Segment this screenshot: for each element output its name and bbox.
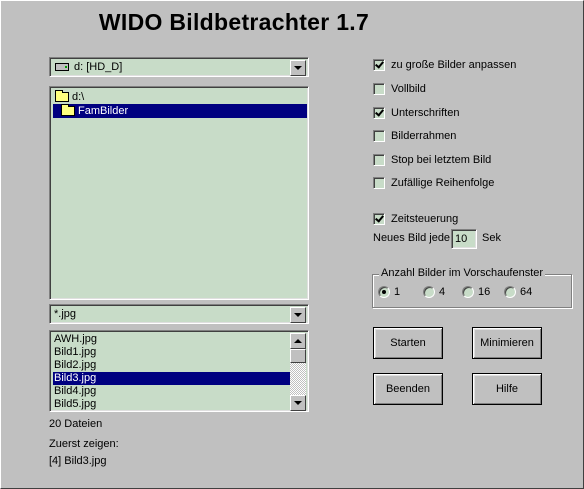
checkbox-unchecked[interactable] — [373, 83, 385, 95]
file-count-label: 20 Dateien — [49, 418, 103, 430]
chevron-down-icon — [294, 313, 302, 317]
drive-select[interactable]: d: [HD_D] — [49, 57, 309, 77]
start-button[interactable]: Starten — [373, 327, 443, 359]
minimize-button[interactable]: Minimieren — [472, 327, 542, 359]
option-label: Zufällige Reihenfolge — [391, 177, 495, 189]
drive-dropdown-button[interactable] — [290, 60, 306, 76]
scroll-track[interactable] — [290, 363, 306, 395]
quit-button[interactable]: Beenden — [373, 373, 443, 405]
checkbox-unchecked[interactable] — [373, 130, 385, 142]
directory-item-label: FamBilder — [78, 105, 129, 117]
arrow-down-icon — [294, 401, 302, 405]
preview-radio-1[interactable]: 1 — [378, 286, 400, 298]
checkbox-checked[interactable] — [373, 59, 385, 71]
file-list-scrollbar[interactable] — [290, 333, 306, 411]
radio-selected[interactable] — [378, 286, 390, 298]
file-list-item[interactable]: Bild2.jpg — [53, 359, 291, 372]
preview-radio-4[interactable]: 4 — [423, 286, 445, 298]
radio-label: 16 — [478, 286, 491, 298]
chevron-down-icon — [294, 66, 302, 70]
directory-item-fambilder[interactable]: FamBilder — [53, 104, 307, 118]
preview-count-group: Anzahl Bilder im Vorschaufenster 1 4 16 … — [372, 267, 572, 308]
interval-input-value: 10 — [455, 233, 468, 245]
open-folder-icon — [61, 104, 75, 116]
directory-item-label: d:\ — [72, 91, 85, 103]
radio-unselected[interactable] — [504, 286, 516, 298]
checkbox-unchecked[interactable] — [373, 154, 385, 166]
preview-radio-16[interactable]: 16 — [462, 286, 490, 298]
option-stop-at-last[interactable]: Stop bei letztem Bild — [373, 153, 491, 167]
checkbox-checked[interactable] — [373, 107, 385, 119]
preview-radio-64[interactable]: 64 — [504, 286, 532, 298]
preview-count-title: Anzahl Bilder im Vorschaufenster — [379, 267, 546, 279]
file-list-item[interactable]: Bild1.jpg — [53, 346, 291, 359]
file-list-item[interactable]: AWH.jpg — [53, 333, 291, 346]
option-label: Unterschriften — [391, 107, 460, 119]
help-button[interactable]: Hilfe — [472, 373, 542, 405]
directory-list[interactable]: d:\ FamBilder — [49, 86, 309, 300]
radio-label: 4 — [439, 286, 446, 298]
filter-select-value: *.jpg — [54, 308, 77, 320]
first-show-value: [4] Bild3.jpg — [49, 455, 107, 467]
scroll-down-button[interactable] — [290, 395, 306, 411]
option-label: Stop bei letztem Bild — [391, 154, 492, 166]
file-list-item[interactable]: Bild5.jpg — [53, 398, 291, 411]
file-list[interactable]: AWH.jpg Bild1.jpg Bild2.jpg Bild3.jpg Bi… — [49, 330, 309, 412]
main-window: WIDO Bildbetrachter 1.7 d: [HD_D] d:\ Fa… — [0, 0, 584, 489]
app-title: WIDO Bildbetrachter 1.7 — [98, 9, 370, 35]
option-fullscreen[interactable]: Vollbild — [373, 82, 426, 96]
checkbox-unchecked[interactable] — [373, 177, 385, 189]
hard-drive-icon — [55, 63, 69, 71]
scroll-thumb[interactable] — [290, 349, 306, 363]
option-timer[interactable]: Zeitsteuerung — [373, 212, 458, 226]
scroll-up-button[interactable] — [290, 333, 306, 349]
interval-input[interactable]: 10 — [451, 229, 477, 249]
arrow-up-icon — [294, 339, 302, 343]
open-folder-icon — [55, 90, 69, 102]
radio-unselected[interactable] — [423, 286, 435, 298]
option-label: Bilderrahmen — [391, 130, 457, 142]
option-random-order[interactable]: Zufällige Reihenfolge — [373, 176, 494, 190]
option-captions[interactable]: Unterschriften — [373, 106, 459, 120]
radio-label: 1 — [394, 286, 401, 298]
first-show-label: Zuerst zeigen: — [49, 438, 119, 450]
filter-select[interactable]: *.jpg — [49, 304, 309, 324]
radio-label: 64 — [520, 286, 533, 298]
file-list-item-selected[interactable]: Bild3.jpg — [53, 372, 291, 385]
option-label: Vollbild — [391, 83, 426, 95]
option-fit-large-images[interactable]: zu große Bilder anpassen — [373, 58, 516, 72]
interval-unit-label: Sek — [482, 232, 501, 244]
filter-dropdown-button[interactable] — [290, 307, 306, 323]
drive-select-value: d: [HD_D] — [74, 61, 123, 73]
option-label: zu große Bilder anpassen — [391, 59, 517, 71]
directory-item-root[interactable]: d:\ — [53, 90, 88, 104]
checkbox-checked[interactable] — [373, 213, 385, 225]
option-picture-frame[interactable]: Bilderrahmen — [373, 129, 456, 143]
interval-prefix-label: Neues Bild jede — [373, 232, 451, 244]
option-label: Zeitsteuerung — [391, 213, 459, 225]
file-list-item[interactable]: Bild4.jpg — [53, 385, 291, 398]
radio-unselected[interactable] — [462, 286, 474, 298]
